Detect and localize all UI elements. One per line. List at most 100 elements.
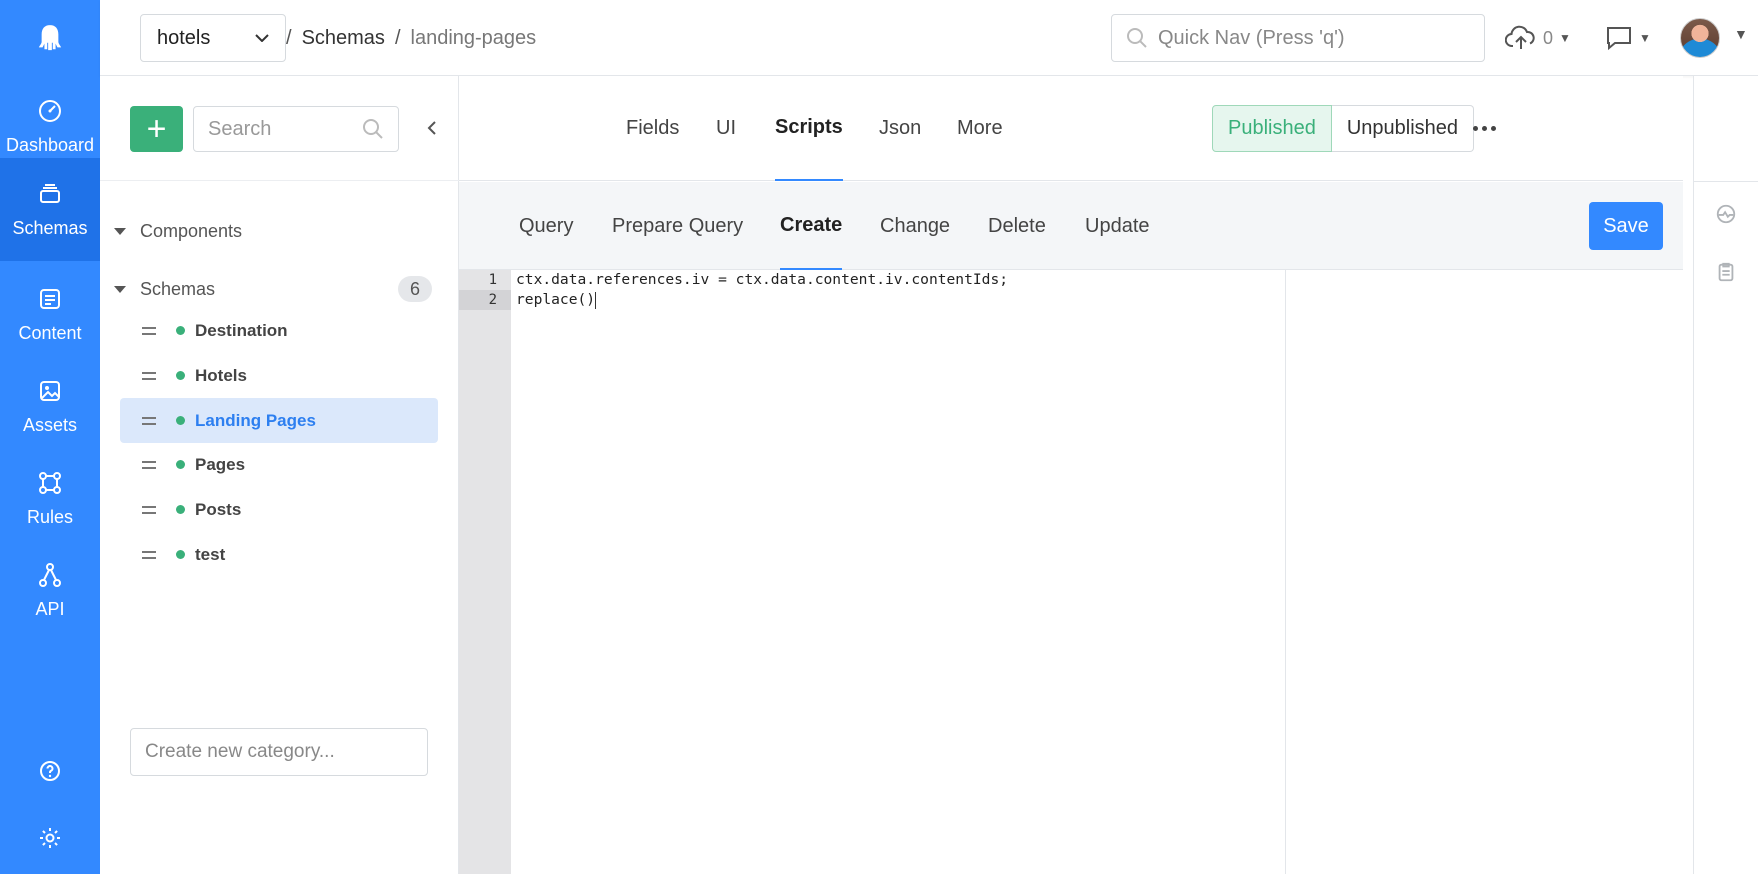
nav-api-label: API (35, 599, 65, 619)
schema-item-label: Hotels (195, 365, 247, 385)
caret-down-icon (114, 285, 126, 293)
tab-change[interactable]: Change (880, 182, 950, 270)
squidex-logo-icon[interactable] (0, 16, 100, 62)
drag-handle-icon[interactable] (142, 326, 156, 335)
caret-down-icon[interactable]: ▼ (1734, 26, 1748, 42)
assets-icon (40, 381, 60, 401)
schema-item-label: Landing Pages (195, 410, 316, 430)
dashboard-icon (39, 100, 61, 122)
collapse-sidebar-chevron-left-icon[interactable] (418, 114, 446, 142)
tab-more[interactable]: More (957, 76, 1003, 181)
tab-delete[interactable]: Delete (988, 182, 1046, 270)
nav-content-label: Content (18, 323, 82, 343)
settings-gear-icon[interactable] (0, 816, 100, 860)
code-line[interactable]: replace() (516, 290, 597, 310)
content-icon (40, 289, 60, 309)
schema-scripts-editor: Fields UI Scripts Json More Published Un… (459, 76, 1683, 874)
nav-dashboard-label: Dashboard (5, 135, 95, 155)
feedback-button[interactable]: ▼ (1605, 18, 1651, 58)
nav-assets-label: Assets (22, 415, 78, 435)
top-bar: hotels / Schemas / landing-pages Quick N… (100, 0, 1758, 76)
nav-content[interactable]: Content (0, 263, 100, 366)
schema-search-input[interactable]: Search (193, 106, 399, 152)
right-tool-strip (1693, 76, 1758, 874)
tab-scripts[interactable]: Scripts (775, 76, 843, 181)
tab-json[interactable]: Json (879, 76, 921, 181)
schema-item-pages[interactable]: Pages (120, 442, 438, 487)
tab-create[interactable]: Create (780, 182, 843, 270)
new-category-input[interactable]: Create new category... (130, 728, 428, 776)
search-icon (363, 119, 383, 139)
tab-fields[interactable]: Fields (626, 76, 679, 181)
schema-item-label: Pages (195, 454, 246, 474)
schema-item-posts[interactable]: Posts (120, 487, 438, 532)
drag-handle-icon[interactable] (142, 460, 156, 469)
divider (100, 180, 459, 181)
schemas-group-toggle[interactable]: Schemas 6 (112, 269, 432, 309)
drag-handle-icon[interactable] (142, 505, 156, 514)
code-line-text: replace() (516, 291, 596, 308)
unpublished-button[interactable]: Unpublished (1331, 105, 1475, 152)
schema-item-destination[interactable]: Destination (120, 308, 438, 353)
code-editor[interactable]: 1 2 ctx.data.references.iv = ctx.data.co… (459, 270, 1286, 874)
breadcrumb: / Schemas / landing-pages (276, 0, 536, 76)
upload-status-button[interactable]: 0 ▼ (1505, 18, 1571, 58)
nav-schemas-label: Schemas (12, 218, 88, 238)
schema-item-label: test (195, 544, 226, 564)
upload-count: 0 (1543, 27, 1554, 48)
nav-assets[interactable]: Assets (0, 355, 100, 458)
schema-item-test[interactable]: test (120, 532, 438, 577)
caret-down-icon (114, 227, 126, 235)
nav-schemas[interactable]: Schemas (0, 158, 100, 261)
published-status-dot (176, 416, 185, 425)
caret-down-icon: ▼ (1559, 31, 1571, 45)
user-avatar[interactable] (1680, 18, 1720, 58)
published-status-dot (176, 326, 185, 335)
caret-down-icon: ▼ (1639, 31, 1651, 45)
schemas-count-badge: 6 (398, 276, 432, 302)
clipboard-icon[interactable] (1712, 258, 1740, 286)
rules-icon (39, 472, 61, 494)
text-cursor (595, 291, 597, 309)
nav-api[interactable]: API (0, 539, 100, 642)
breadcrumb-schemas-link[interactable]: Schemas (302, 27, 385, 50)
more-options-icon[interactable] (1469, 116, 1499, 140)
history-icon[interactable] (1712, 200, 1740, 228)
drag-handle-icon[interactable] (142, 550, 156, 559)
code-line[interactable]: ctx.data.references.iv = ctx.data.conten… (516, 270, 1008, 290)
add-schema-button[interactable]: + (130, 106, 183, 152)
help-icon[interactable] (0, 749, 100, 793)
published-status-dot (176, 550, 185, 559)
schema-item-hotels[interactable]: Hotels (120, 353, 438, 398)
script-help-pane (1286, 270, 1683, 874)
publish-toggle: Published Unpublished (1212, 105, 1475, 152)
published-button[interactable]: Published (1212, 105, 1332, 152)
save-button[interactable]: Save (1589, 202, 1663, 250)
app-selector[interactable]: hotels (140, 14, 286, 62)
schemas-group-label: Schemas (140, 278, 216, 299)
line-number: 1 (488, 272, 497, 288)
quick-nav-search[interactable]: Quick Nav (Press 'q') (1111, 14, 1485, 62)
components-group-toggle[interactable]: Components (112, 211, 432, 251)
api-icon (39, 563, 61, 587)
tab-query[interactable]: Query (519, 182, 573, 270)
tab-prepare-query[interactable]: Prepare Query (612, 182, 743, 270)
nav-rules[interactable]: Rules (0, 447, 100, 550)
schemas-sidebar: + Search Components Schemas 6 Destinatio… (100, 76, 459, 874)
drag-handle-icon[interactable] (142, 416, 156, 425)
published-status-dot (176, 505, 185, 514)
schema-item-label: Destination (195, 320, 288, 340)
line-number: 2 (459, 290, 511, 310)
chevron-down-icon (255, 34, 269, 42)
tab-update[interactable]: Update (1085, 182, 1150, 270)
schema-item-label: Posts (195, 499, 242, 519)
published-status-dot (176, 371, 185, 380)
breadcrumb-current: landing-pages (410, 26, 537, 49)
schema-item-landing-pages[interactable]: Landing Pages (120, 398, 438, 443)
quick-nav-placeholder: Quick Nav (Press 'q') (1158, 26, 1345, 49)
tab-ui[interactable]: UI (716, 76, 736, 181)
schemas-icon (40, 184, 60, 203)
app-selector-value: hotels (157, 26, 211, 49)
cloud-upload-icon (1505, 25, 1535, 49)
drag-handle-icon[interactable] (142, 371, 156, 380)
